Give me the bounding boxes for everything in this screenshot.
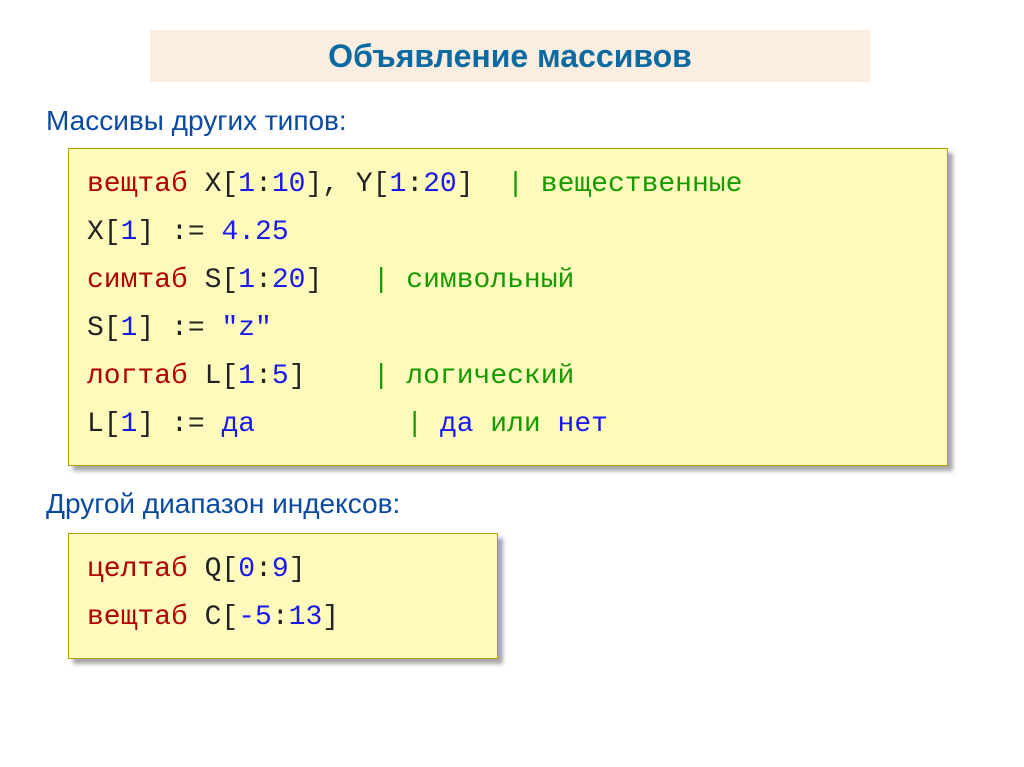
number: 1 [121, 313, 138, 344]
number: 1 [238, 265, 255, 296]
code-line: целтаб Q[0:9] [87, 546, 479, 594]
code-text: S[ [87, 313, 121, 344]
subheading-index-range: Другой диапазон индексов: [46, 488, 400, 520]
number: 13 [289, 602, 323, 633]
comment: или [474, 409, 558, 440]
code-line: S[1] := "z" [87, 305, 929, 353]
comment: | символьный [373, 265, 575, 296]
number: 10 [272, 169, 306, 200]
comment: | [406, 409, 440, 440]
code-text: ] [457, 169, 507, 200]
slide: Объявление массивов Массивы других типов… [0, 0, 1024, 767]
code-text: Q[ [188, 554, 238, 585]
keyword: целтаб [87, 554, 188, 585]
number: 1 [390, 169, 407, 200]
code-text: X[ [87, 217, 121, 248]
boolean-literal: нет [558, 409, 608, 440]
code-text: L[ [87, 409, 121, 440]
subheading-other-types: Массивы других типов: [46, 105, 347, 137]
code-text: : [272, 602, 289, 633]
number: 0 [238, 554, 255, 585]
code-text [255, 409, 406, 440]
keyword: вещтаб [87, 169, 188, 200]
code-text: L[ [188, 361, 238, 392]
code-box-types: вещтаб X[1:10], Y[1:20] | вещественные X… [68, 148, 948, 466]
code-text: ] [322, 602, 339, 633]
code-text: ] := [137, 409, 221, 440]
number: 1 [238, 169, 255, 200]
code-text: : [255, 361, 272, 392]
code-line: логтаб L[1:5] | логический [87, 353, 929, 401]
code-text: ] [289, 361, 373, 392]
comment: | вещественные [507, 169, 742, 200]
title-bar: Объявление массивов [150, 30, 870, 82]
code-text: : [255, 554, 272, 585]
boolean-literal: да [440, 409, 474, 440]
number: 1 [238, 361, 255, 392]
code-text: ], Y[ [305, 169, 389, 200]
code-line: L[1] := да | да или нет [87, 401, 929, 449]
comment: | логический [373, 361, 575, 392]
code-text: C[ [188, 602, 238, 633]
keyword: симтаб [87, 265, 188, 296]
number: 1 [121, 217, 138, 248]
number: 20 [272, 265, 306, 296]
number: 9 [272, 554, 289, 585]
code-line: X[1] := 4.25 [87, 209, 929, 257]
code-text: : [255, 169, 272, 200]
code-box-ranges: целтаб Q[0:9] вещтаб C[-5:13] [68, 533, 498, 659]
code-text: : [255, 265, 272, 296]
code-text: S[ [188, 265, 238, 296]
code-line: симтаб S[1:20] | символьный [87, 257, 929, 305]
code-line: вещтаб C[-5:13] [87, 594, 479, 642]
number: 4.25 [221, 217, 288, 248]
code-text: ] := [137, 217, 221, 248]
boolean-literal: да [221, 409, 255, 440]
code-text: ] [305, 265, 372, 296]
code-line: вещтаб X[1:10], Y[1:20] | вещественные [87, 161, 929, 209]
keyword: вещтаб [87, 602, 188, 633]
code-text: ] := [137, 313, 221, 344]
code-text: : [406, 169, 423, 200]
number: -5 [238, 602, 272, 633]
code-text: X[ [188, 169, 238, 200]
number: 1 [121, 409, 138, 440]
string-literal: "z" [221, 313, 271, 344]
number: 20 [423, 169, 457, 200]
number: 5 [272, 361, 289, 392]
keyword: логтаб [87, 361, 188, 392]
slide-title: Объявление массивов [328, 38, 692, 75]
code-text: ] [289, 554, 306, 585]
